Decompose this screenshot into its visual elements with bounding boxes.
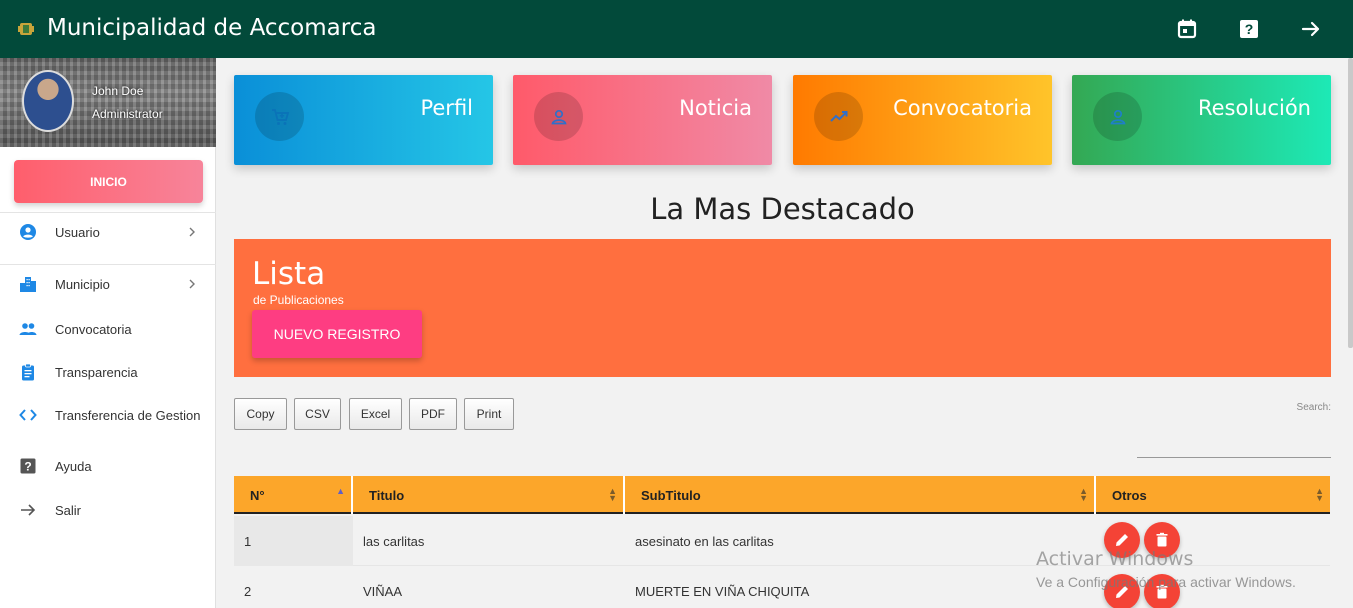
- cell-titulo: VIÑAA: [363, 583, 403, 599]
- help-icon[interactable]: ?: [1237, 17, 1261, 41]
- arrow-right-icon: [21, 504, 36, 516]
- panel-subtitle: de Publicaciones: [253, 293, 344, 307]
- sidebar-item-label: Transparencia: [55, 364, 138, 380]
- sidebar-item-label: Salir: [55, 502, 82, 518]
- new-record-button[interactable]: NUEVO REGISTRO: [252, 310, 422, 358]
- card-convocatoria[interactable]: Convocatoria: [793, 75, 1052, 165]
- search-label: Search:: [1296, 402, 1331, 413]
- sidebar-item-salir[interactable]: Salir: [0, 493, 216, 527]
- top-app-bar: Municipalidad de Accomarca ?: [0, 0, 1353, 58]
- account-circle-icon: [20, 224, 36, 240]
- divider: [0, 212, 216, 213]
- calendar-icon[interactable]: [1175, 17, 1199, 41]
- card-icon-circle: [255, 92, 304, 141]
- scrollbar[interactable]: [1348, 58, 1353, 348]
- card-title: Resolución: [1197, 96, 1311, 120]
- sort-icon: ▲ ▼: [608, 486, 617, 503]
- cell-n: 2: [244, 583, 252, 599]
- inicio-button[interactable]: INICIO: [14, 160, 203, 203]
- activation-watermark-text: Ve a Configuración para activar Windows.: [1036, 574, 1296, 590]
- code-icon: [19, 409, 37, 421]
- panel-title: Lista: [252, 256, 326, 292]
- card-title: Perfil: [420, 96, 473, 120]
- pdf-button[interactable]: PDF: [409, 398, 457, 430]
- svg-text:?: ?: [1245, 21, 1254, 37]
- csv-button[interactable]: CSV: [294, 398, 341, 430]
- card-icon-circle: [1093, 92, 1142, 141]
- sidebar-item-label: Convocatoria: [55, 321, 132, 337]
- column-header-label: SubTitulo: [641, 487, 701, 503]
- people-icon: [19, 323, 37, 335]
- person-icon: [550, 109, 567, 124]
- cart-icon: [271, 108, 289, 125]
- table-header: N° ▲ Titulo ▲ ▼ SubTitulo ▲ ▼ Otros ▲ ▼: [234, 476, 1330, 514]
- sidebar-item-transparencia[interactable]: Transparencia: [0, 355, 216, 389]
- card-noticia[interactable]: Noticia: [513, 75, 772, 165]
- column-header-label: Titulo: [369, 487, 405, 503]
- pencil-icon: [1116, 534, 1128, 546]
- avatar[interactable]: [22, 70, 74, 132]
- arrow-right-icon[interactable]: [1299, 17, 1323, 41]
- chevron-right-icon: [189, 279, 195, 289]
- sidebar-item-municipio[interactable]: Municipio: [0, 267, 216, 301]
- user-name: John Doe: [92, 84, 144, 98]
- app-title: Municipalidad de Accomarca: [47, 15, 377, 41]
- activation-watermark-title: Activar Windows: [1036, 548, 1194, 570]
- divider: [0, 264, 216, 265]
- municipal-logo-icon: [18, 23, 34, 35]
- profile-header: John Doe Administrator: [0, 58, 216, 147]
- clipboard-icon: [22, 363, 34, 381]
- column-header-titulo[interactable]: Titulo ▲ ▼: [353, 476, 625, 514]
- column-header-otros[interactable]: Otros ▲ ▼: [1096, 476, 1330, 514]
- person-icon: [1109, 109, 1126, 124]
- card-title: Noticia: [679, 96, 752, 120]
- card-icon-circle: [534, 92, 583, 141]
- card-icon-circle: [814, 92, 863, 141]
- excel-button[interactable]: Excel: [349, 398, 402, 430]
- page-title: La Mas Destacado: [650, 192, 915, 226]
- copy-button[interactable]: Copy: [234, 398, 287, 430]
- sidebar-item-usuario[interactable]: Usuario: [0, 215, 216, 249]
- trending-icon: [829, 110, 847, 122]
- cell-subtitulo: asesinato en las carlitas: [635, 533, 774, 549]
- card-resolucion[interactable]: Resolución: [1072, 75, 1331, 165]
- sidebar-item-ayuda[interactable]: ? Ayuda: [0, 449, 216, 483]
- help-icon: ?: [20, 458, 36, 474]
- print-button[interactable]: Print: [464, 398, 514, 430]
- card-title: Convocatoria: [893, 96, 1032, 120]
- cell-n: 1: [234, 516, 353, 566]
- trash-icon: [1156, 532, 1168, 547]
- sidebar-item-label: Ayuda: [55, 458, 92, 474]
- sort-asc-icon: ▲: [336, 486, 345, 496]
- column-header-label: Otros: [1112, 487, 1147, 503]
- buildings-icon: [20, 277, 36, 292]
- sidebar-item-label: Municipio: [55, 276, 110, 292]
- sidebar-item-convocatoria[interactable]: Convocatoria: [0, 312, 216, 346]
- column-header-subtitulo[interactable]: SubTitulo ▲ ▼: [625, 476, 1096, 514]
- sidebar-item-label: Transferencia de Gestion: [55, 407, 201, 423]
- sidebar: John Doe Administrator INICIO Usuario Mu…: [0, 58, 216, 608]
- svg-text:?: ?: [24, 460, 31, 474]
- user-role: Administrator: [92, 107, 163, 121]
- column-header-n[interactable]: N° ▲: [234, 476, 353, 514]
- chevron-right-icon: [189, 227, 195, 237]
- sort-icon: ▲ ▼: [1079, 486, 1088, 503]
- column-header-label: N°: [250, 487, 265, 503]
- sidebar-item-label: Usuario: [55, 224, 100, 240]
- card-perfil[interactable]: Perfil: [234, 75, 493, 165]
- sort-icon: ▲ ▼: [1315, 486, 1324, 503]
- list-panel-header: Lista de Publicaciones NUEVO REGISTRO: [234, 239, 1331, 377]
- search-input[interactable]: [1137, 423, 1331, 458]
- cell-subtitulo: MUERTE EN VIÑA CHIQUITA: [635, 583, 810, 599]
- sidebar-item-transferencia-de-gestion[interactable]: Transferencia de Gestion: [0, 398, 216, 432]
- cell-titulo: las carlitas: [363, 533, 425, 549]
